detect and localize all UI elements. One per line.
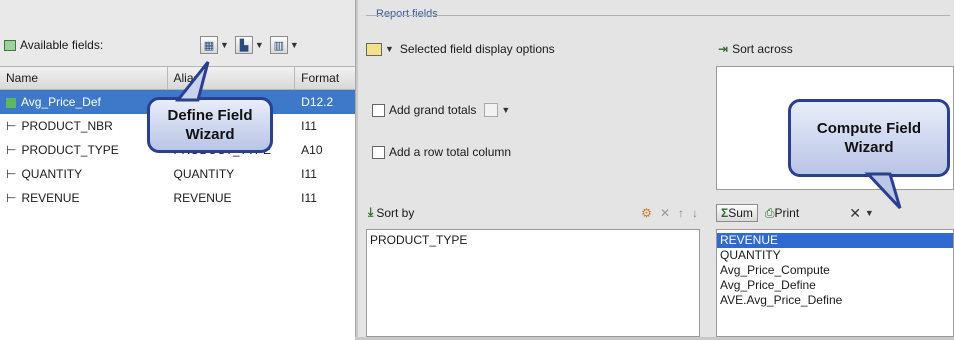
display-options-toolbar[interactable]: ▼ Selected field display options (366, 42, 555, 56)
sum-button[interactable]: ΣSum (716, 204, 758, 222)
grand-totals-dropdown-icon[interactable]: ▼ (501, 105, 510, 115)
available-fields-icon (4, 39, 16, 51)
display-options-dropdown-icon[interactable]: ▼ (385, 44, 394, 54)
move-down-icon[interactable]: ↓ (692, 206, 698, 220)
column-header-format[interactable]: Format (295, 67, 355, 89)
report-fields-group-label: Report fields (374, 8, 440, 20)
sort-by-toolbar: ⤓ Sort by ⚙ ✕ ↑ ↓ (368, 205, 698, 220)
field-icon: ⊢ (6, 191, 17, 205)
display-options-icon[interactable] (366, 42, 382, 56)
grand-totals-options-icon[interactable] (484, 103, 499, 117)
group-divider (366, 15, 950, 16)
sort-across-header: ⇥ Sort across (718, 42, 793, 56)
field-icon: ⊢ (6, 119, 17, 133)
columns-view-icon[interactable]: ▥ (269, 36, 288, 54)
calculator-icon[interactable]: ▦ (200, 36, 218, 54)
sort-options-icon[interactable]: ⚙ (641, 206, 652, 220)
column-header-name[interactable]: Name (0, 67, 168, 89)
field-row[interactable]: ⊢ QUANTITY QUANTITY I11 (0, 162, 355, 186)
sort-by-icon: ⤓ (368, 205, 374, 219)
list-item[interactable]: PRODUCT_TYPE (367, 233, 699, 248)
calculator-dropdown-icon[interactable]: ▼ (220, 40, 229, 50)
sort-by-list[interactable]: PRODUCT_TYPE (366, 229, 700, 337)
list-item[interactable]: REVENUE (717, 233, 953, 248)
display-options-label[interactable]: Selected field display options (400, 42, 555, 56)
move-up-icon[interactable]: ↑ (678, 206, 684, 220)
add-row-total-checkbox[interactable] (372, 145, 385, 159)
add-grand-totals-checkbox[interactable] (372, 103, 385, 117)
list-item[interactable]: QUANTITY (717, 248, 953, 263)
list-item[interactable]: Avg_Price_Compute (717, 263, 953, 278)
measures-list[interactable]: REVENUE QUANTITY Avg_Price_Compute Avg_P… (716, 229, 954, 337)
list-item[interactable]: AVE.Avg_Price_Define (717, 293, 953, 308)
sort-across-icon: ⇥ (718, 42, 729, 56)
define-field-callout-pointer (174, 61, 210, 102)
field-row[interactable]: ⊢ REVENUE REVENUE I11 (0, 186, 355, 210)
add-grand-totals-label: Add grand totals (389, 103, 477, 117)
add-row-total-option[interactable]: Add a row total column (372, 145, 511, 159)
tree-view-icon[interactable]: ▙ (234, 36, 253, 54)
compute-field-wizard-callout: Compute Field Wizard (788, 99, 950, 177)
tree-view-dropdown-icon[interactable]: ▼ (255, 40, 264, 50)
measures-toolbar: ΣSum ⎙Print ✕ ▼ (716, 204, 880, 222)
add-grand-totals-option[interactable]: Add grand totals ▼ (372, 103, 516, 117)
field-icon: ⊢ (6, 167, 17, 181)
remove-icon[interactable]: ✕ (660, 206, 670, 220)
available-fields-panel: Available fields: ▦ ▼ ▙ ▼ ▥ ▼ Name Alias / … (0, 0, 356, 340)
print-icon: ⎙ (764, 205, 775, 220)
print-button[interactable]: ⎙Print (761, 205, 803, 222)
available-fields-label: Available fields: (20, 38, 104, 52)
add-row-total-label: Add a row total column (389, 145, 512, 159)
compute-field-callout-pointer (864, 172, 902, 210)
list-item[interactable]: Avg_Price_Define (717, 278, 953, 293)
available-fields-toolbar: Available fields: ▦ ▼ ▙ ▼ ▥ ▼ (0, 32, 355, 58)
sort-by-label: Sort by (376, 205, 415, 220)
sort-across-label: Sort across (732, 42, 793, 56)
computed-field-icon (6, 97, 16, 108)
columns-view-dropdown-icon[interactable]: ▼ (290, 40, 299, 50)
field-icon: ⊢ (6, 143, 17, 157)
define-field-wizard-callout: Define Field Wizard (147, 97, 273, 153)
